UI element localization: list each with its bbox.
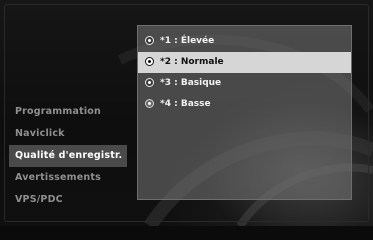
menu-item-recording-quality[interactable]: Qualité d'enregistr.	[9, 145, 127, 167]
menu-item-vps-pdc[interactable]: VPS/PDC	[9, 189, 127, 211]
option-label: *4 : Basse	[160, 99, 211, 109]
menu-item-warnings[interactable]: Avertissements	[9, 167, 127, 189]
option-elevee[interactable]: *1 : Élevée	[138, 31, 351, 52]
radio-button-icon	[145, 78, 154, 87]
radio-button-selected-icon	[145, 57, 154, 66]
recording-settings-screen: Programmation Naviclick Qualité d'enregi…	[0, 0, 373, 226]
option-basique[interactable]: *3 : Basique	[138, 73, 351, 94]
settings-menu: Programmation Naviclick Qualité d'enregi…	[9, 101, 127, 211]
quality-options-panel: *1 : Élevée *2 : Normale *3 : Basique *4…	[137, 25, 352, 200]
radio-button-icon	[145, 99, 154, 108]
option-label: *2 : Normale	[160, 57, 224, 67]
option-label: *1 : Élevée	[160, 36, 215, 46]
option-normale[interactable]: *2 : Normale	[138, 52, 351, 73]
option-label: *3 : Basique	[160, 78, 222, 88]
menu-item-programmation[interactable]: Programmation	[9, 101, 127, 123]
radio-button-icon	[145, 36, 154, 45]
menu-item-naviclick[interactable]: Naviclick	[9, 123, 127, 145]
option-basse[interactable]: *4 : Basse	[138, 94, 351, 115]
